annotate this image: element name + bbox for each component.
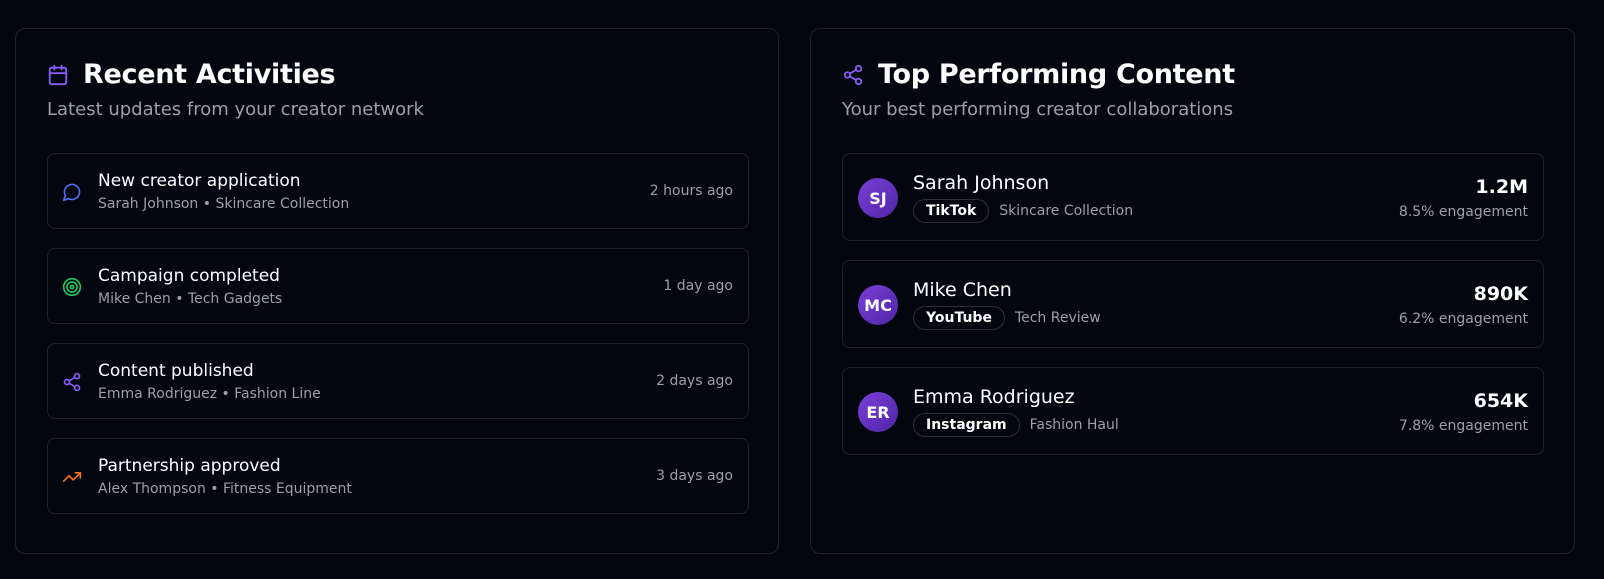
engagement-rate: 7.8% engagement: [1398, 418, 1528, 434]
activity-title: Content published: [98, 361, 254, 381]
activity-meta: Sarah Johnson • Skincare Collection: [98, 196, 350, 212]
share-icon: [62, 372, 82, 392]
avatar: SJ: [858, 178, 898, 218]
calendar-icon: [47, 63, 71, 87]
views-count: 890K: [1473, 283, 1528, 305]
target-icon: [62, 277, 82, 297]
content-item[interactable]: MC Mike Chen YouTube Tech Review 890K 6.…: [842, 260, 1544, 348]
activity-time: 2 hours ago: [649, 183, 733, 199]
recent-activities-card: Recent Activities Latest updates from yo…: [15, 28, 779, 554]
message-icon: [62, 182, 82, 202]
activity-meta: Emma Rodriguez • Fashion Line: [98, 386, 321, 402]
activity-meta: Alex Thompson • Fitness Equipment: [98, 481, 352, 497]
engagement-rate: 8.5% engagement: [1398, 204, 1528, 220]
engagement-rate: 6.2% engagement: [1398, 311, 1528, 327]
activity-time: 2 days ago: [656, 373, 733, 389]
activity-title: New creator application: [98, 171, 301, 191]
platform-badge: YouTube: [913, 306, 1005, 330]
content-details: TikTok Skincare Collection: [913, 199, 1133, 223]
campaign-name: Skincare Collection: [999, 203, 1134, 219]
share-icon: [842, 63, 866, 87]
recent-activities-header: Recent Activities: [47, 59, 336, 90]
top-performing-title: Top Performing Content: [878, 59, 1235, 90]
avatar: ER: [858, 392, 898, 432]
content-item[interactable]: ER Emma Rodriguez Instagram Fashion Haul…: [842, 367, 1544, 455]
content-details: Instagram Fashion Haul: [913, 413, 1119, 437]
creator-name: Sarah Johnson: [913, 172, 1050, 194]
views-count: 654K: [1473, 390, 1528, 412]
top-performing-subtitle: Your best performing creator collaborati…: [842, 99, 1234, 120]
activity-meta: Mike Chen • Tech Gadgets: [98, 291, 283, 307]
recent-activities-title: Recent Activities: [83, 59, 336, 90]
activity-item[interactable]: New creator application Sarah Johnson • …: [47, 153, 749, 229]
activity-item[interactable]: Partnership approved Alex Thompson • Fit…: [47, 438, 749, 514]
activity-item[interactable]: Campaign completed Mike Chen • Tech Gadg…: [47, 248, 749, 324]
activity-time: 3 days ago: [656, 468, 733, 484]
creator-name: Mike Chen: [913, 279, 1012, 301]
activity-title: Partnership approved: [98, 456, 281, 476]
platform-badge: TikTok: [913, 199, 990, 223]
avatar: MC: [858, 285, 898, 325]
content-item[interactable]: SJ Sarah Johnson TikTok Skincare Collect…: [842, 153, 1544, 241]
recent-activities-subtitle: Latest updates from your creator network: [47, 99, 424, 120]
activity-time: 1 day ago: [663, 278, 733, 294]
campaign-name: Fashion Haul: [1029, 417, 1119, 433]
top-performing-header: Top Performing Content: [842, 59, 1235, 90]
content-details: YouTube Tech Review: [913, 306, 1101, 330]
activity-item[interactable]: Content published Emma Rodriguez • Fashi…: [47, 343, 749, 419]
creator-name: Emma Rodriguez: [913, 386, 1075, 408]
views-count: 1.2M: [1475, 176, 1528, 198]
platform-badge: Instagram: [913, 413, 1020, 437]
top-performing-card: Top Performing Content Your best perform…: [810, 28, 1575, 554]
trending-up-icon: [62, 467, 82, 487]
campaign-name: Tech Review: [1014, 310, 1101, 326]
activity-title: Campaign completed: [98, 266, 280, 286]
